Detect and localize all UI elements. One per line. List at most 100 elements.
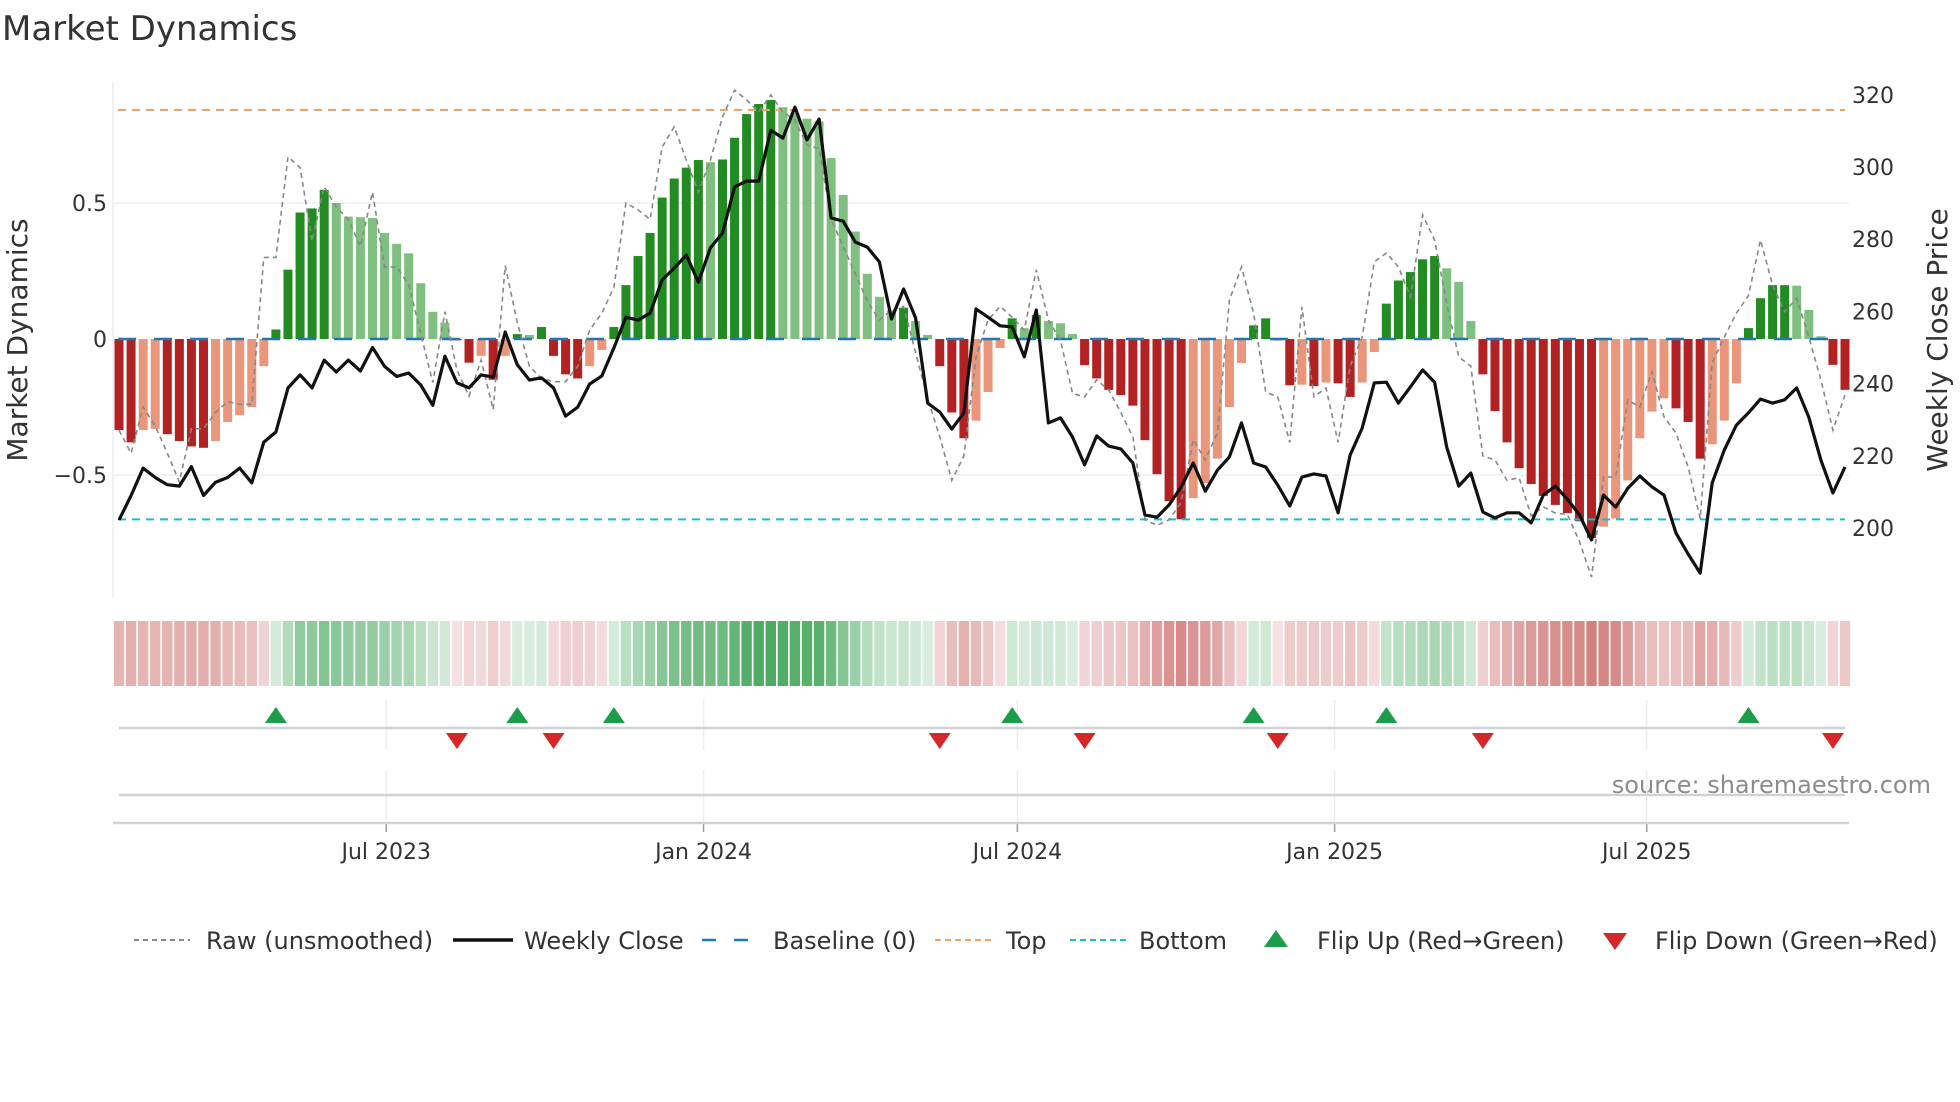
heat-cell: [1308, 621, 1320, 686]
dynamics-bar: [621, 285, 631, 339]
heat-cell: [137, 621, 149, 686]
flip-up-marker: [506, 707, 529, 723]
heat-cell: [1767, 621, 1778, 686]
dynamics-bar: [899, 307, 909, 339]
heat-cell: [1284, 621, 1295, 686]
dynamics-bar: [1562, 339, 1572, 514]
y-left-tick-label: 0: [93, 328, 107, 353]
dynamics-bar: [1587, 339, 1597, 539]
flip-up-marker: [1375, 707, 1398, 723]
dynamics-bar: [295, 212, 305, 339]
legend-flip-down-icon: [1603, 933, 1627, 950]
heat-cell: [1055, 621, 1066, 686]
heat-cell: [439, 621, 451, 686]
x-tick-label: Jan 2025: [1284, 840, 1383, 865]
heat-cell: [994, 621, 1006, 686]
heat-cell: [1707, 621, 1718, 686]
heat-cell: [1743, 621, 1754, 686]
dynamics-bar: [983, 339, 993, 393]
heat-cell: [1369, 621, 1380, 686]
dynamics-bar: [1405, 272, 1415, 339]
dynamics-bar: [1623, 339, 1633, 481]
heat-cell: [1610, 621, 1621, 686]
heat-cell: [1489, 621, 1501, 686]
dynamics-bar: [1743, 328, 1753, 339]
heat-cell: [1682, 621, 1694, 686]
heat-cell: [1019, 621, 1030, 686]
dynamics-bar: [1261, 318, 1271, 339]
heat-cell: [343, 621, 354, 686]
x-tick-label: Jul 2025: [1600, 840, 1692, 865]
dynamics-bar: [283, 269, 293, 339]
flip-down-marker: [1471, 733, 1494, 749]
dynamics-bar: [1719, 339, 1729, 421]
dynamics-bar: [633, 256, 643, 339]
dynamics-bar: [343, 216, 353, 339]
heat-cell: [258, 621, 270, 686]
heat-cell: [620, 621, 632, 686]
dynamics-bar: [802, 118, 812, 340]
heat-cell: [1381, 621, 1392, 686]
heat-cell: [367, 621, 378, 686]
heat-cell: [862, 621, 873, 686]
heat-cell: [1465, 621, 1477, 686]
dynamics-bar: [162, 339, 172, 435]
dynamics-bar: [778, 107, 788, 339]
heat-cell: [982, 621, 994, 686]
dynamics-bar: [1635, 339, 1645, 439]
heat-cell: [572, 621, 583, 686]
dynamics-bar: [693, 160, 703, 339]
flip-up-marker: [264, 707, 287, 723]
heat-cell: [113, 621, 125, 686]
heat-cell: [813, 621, 825, 686]
heat-cell: [584, 621, 595, 686]
heat-cell: [656, 621, 668, 686]
heat-cell: [1550, 621, 1561, 686]
y-right-tick-label: 240: [1852, 373, 1894, 398]
heat-cell: [198, 621, 209, 686]
heat-cell: [741, 621, 752, 686]
dynamics-bar: [1526, 339, 1536, 484]
chart-title: Market Dynamics: [2, 9, 297, 49]
dynamics-bar: [126, 339, 136, 443]
y-left-tick-label: −0.5: [54, 464, 107, 489]
heat-cell: [331, 621, 342, 686]
heat-cell: [246, 621, 257, 686]
flip-up-marker: [602, 707, 625, 723]
heat-cell: [1634, 621, 1646, 686]
x-tick-label: Jul 2024: [971, 840, 1063, 865]
heat-cell: [765, 621, 776, 686]
dynamics-bar: [536, 327, 546, 339]
dynamics-bar: [1116, 339, 1126, 396]
heat-cell: [475, 621, 487, 686]
heat-cell: [1260, 621, 1271, 686]
dynamics-bar: [1418, 259, 1428, 339]
heat-cell: [717, 621, 728, 686]
heat-cell: [970, 621, 982, 686]
dynamics-bar: [1840, 339, 1850, 390]
heat-cell: [1127, 621, 1139, 686]
dynamics-bar: [464, 339, 474, 363]
dynamics-bar: [1478, 339, 1488, 375]
heat-cell: [391, 621, 402, 686]
heat-cell: [1803, 621, 1814, 686]
heat-cell: [487, 621, 499, 686]
heat-cell: [958, 621, 970, 686]
dynamics-bar: [1055, 323, 1065, 339]
heat-cell: [1779, 621, 1790, 686]
heat-cell: [934, 621, 945, 686]
series-lines: [117, 88, 1847, 578]
heat-cell: [524, 621, 535, 686]
dynamics-bar: [1574, 339, 1584, 522]
heat-cell: [548, 621, 559, 686]
dynamics-bar: [1550, 339, 1560, 505]
heat-cell: [1574, 621, 1585, 686]
heat-cell: [898, 621, 909, 686]
heat-cell: [1622, 621, 1633, 686]
dynamics-bar: [1683, 339, 1693, 422]
dynamics-bar: [259, 339, 269, 367]
heat-cell: [125, 621, 137, 686]
heat-cell: [186, 621, 197, 686]
heat-cell: [886, 621, 897, 686]
dynamics-bar: [1224, 339, 1234, 407]
